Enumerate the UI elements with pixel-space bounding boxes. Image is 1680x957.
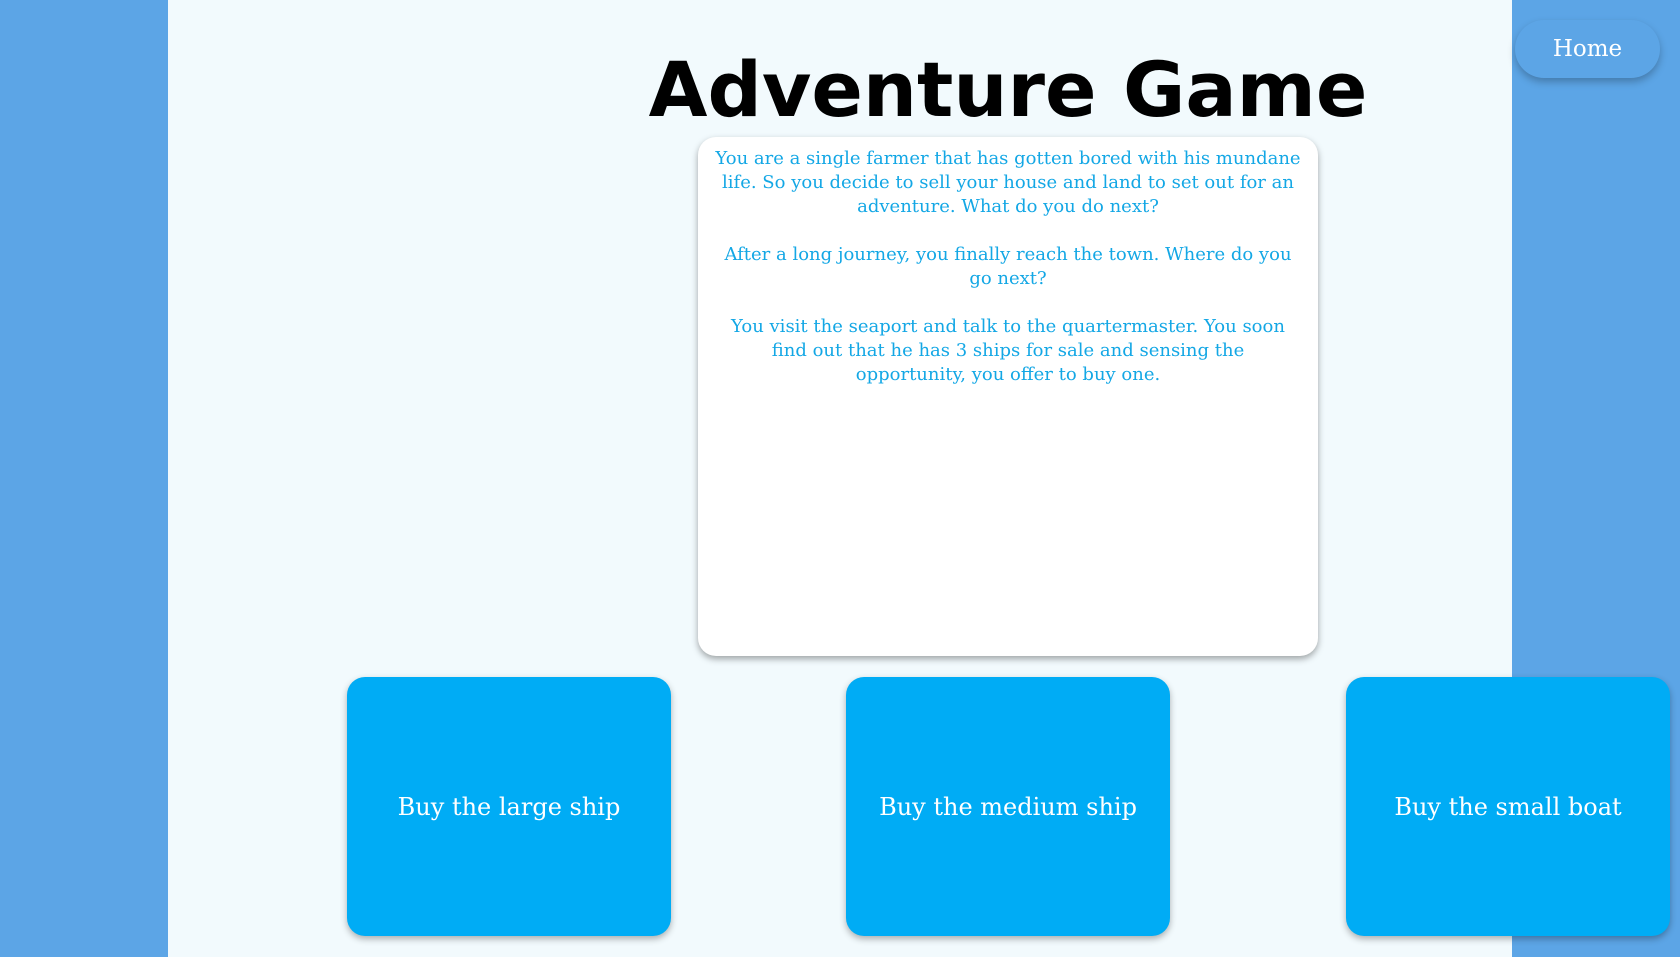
page-title: Adventure Game <box>648 45 1368 134</box>
story-panel: You are a single farmer that has gotten … <box>698 137 1318 656</box>
choice-button-medium-ship[interactable]: Buy the medium ship <box>846 677 1170 936</box>
game-page: Home Adventure Game You are a single far… <box>168 0 1670 957</box>
choice-button-small-boat[interactable]: Buy the small boat <box>1346 677 1670 936</box>
story-paragraph: You are a single farmer that has gotten … <box>715 148 1301 217</box>
home-button[interactable]: Home <box>1515 20 1660 78</box>
story-paragraph: You visit the seaport and talk to the qu… <box>731 316 1285 385</box>
story-paragraph: After a long journey, you finally reach … <box>724 244 1292 289</box>
choice-button-large-ship[interactable]: Buy the large ship <box>347 677 671 936</box>
